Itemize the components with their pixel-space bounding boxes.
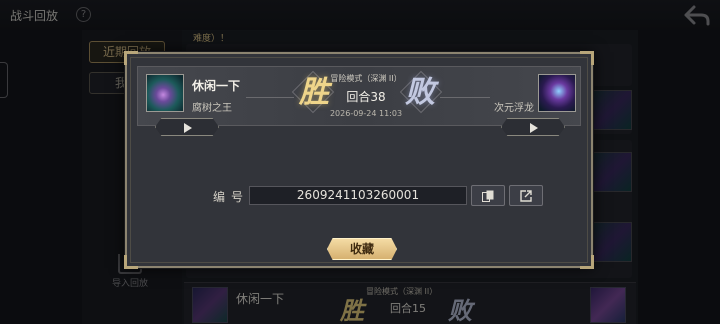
share-code-button[interactable]: [509, 185, 543, 206]
dialog-corner: [124, 255, 138, 269]
share-icon: [520, 190, 532, 202]
player-avatar: [146, 74, 184, 112]
replay-code-field: 2609241103260001: [249, 186, 467, 205]
divider: [440, 97, 490, 98]
divider: [246, 97, 294, 98]
lose-mark: 败: [405, 75, 435, 110]
collect-button[interactable]: 收藏: [327, 238, 397, 260]
player-deck-name: 腐树之王: [192, 103, 232, 114]
opponent-avatar: [538, 74, 576, 112]
play-icon: [184, 123, 192, 133]
dialog-corner: [580, 51, 594, 65]
play-icon: [530, 123, 538, 133]
replay-code-label: 编号: [213, 190, 250, 204]
dialog-corner: [124, 51, 138, 65]
copy-code-button[interactable]: [471, 185, 505, 206]
battle-summary: 休闲一下 腐树之王 胜 冒险模式（深渊 II） 回合38 2026-09-24 …: [137, 66, 581, 126]
replay-detail-dialog: 休闲一下 腐树之王 胜 冒险模式（深渊 II） 回合38 2026-09-24 …: [124, 51, 594, 269]
play-opponent-replay-button[interactable]: [501, 118, 565, 136]
opponent-deck-name: 次元浮龙: [494, 103, 534, 114]
play-player-replay-button[interactable]: [155, 118, 219, 136]
copy-icon: [482, 190, 494, 202]
player-name: 休闲一下: [192, 79, 241, 93]
dialog-corner: [580, 255, 594, 269]
